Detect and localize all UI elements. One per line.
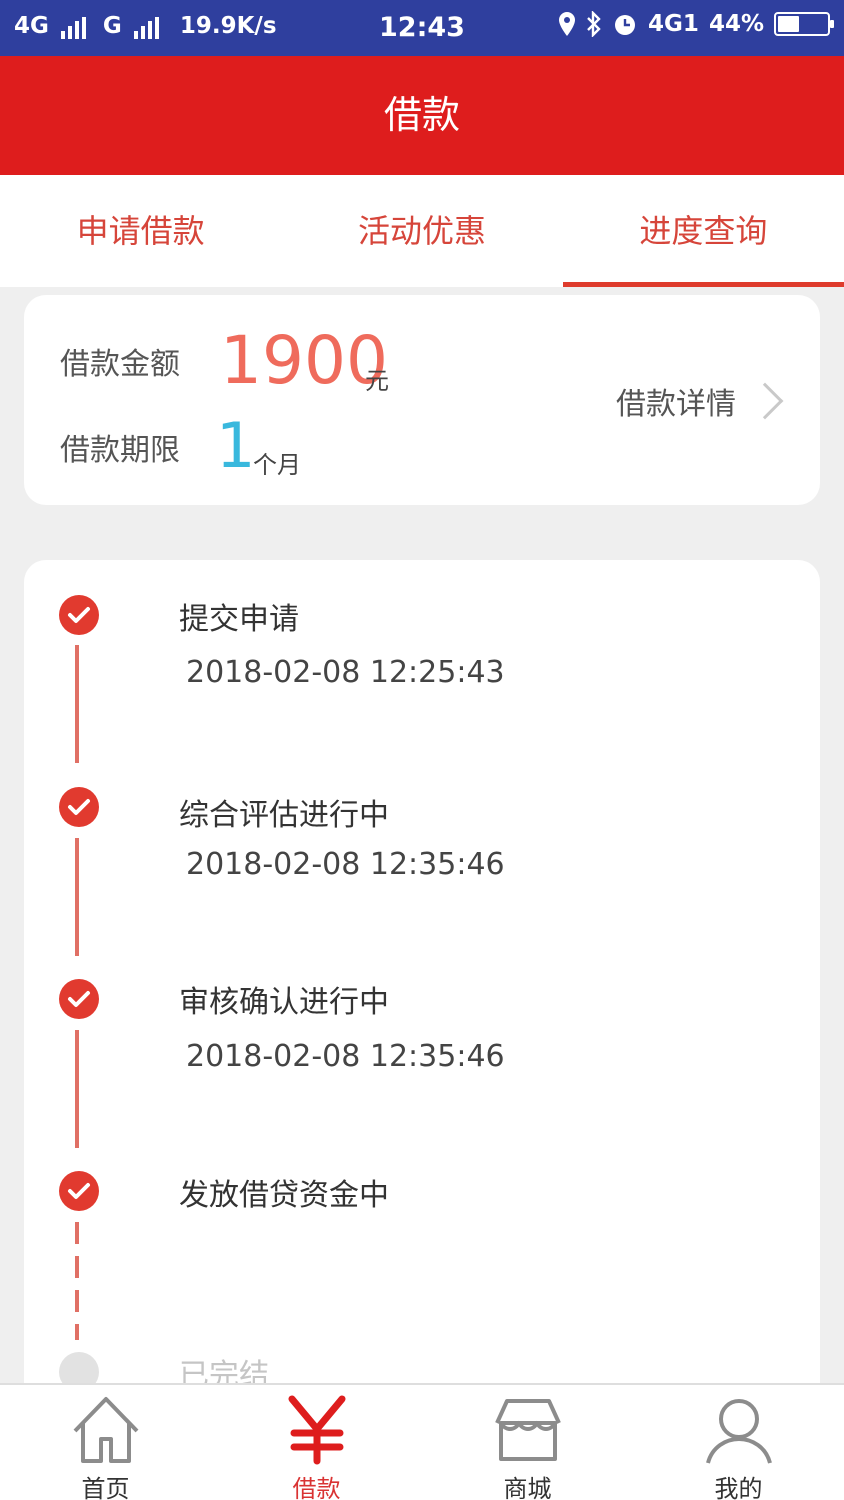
bluetooth-icon <box>587 11 601 37</box>
amount-unit: 元 <box>365 367 389 395</box>
status-bar: 4G G 19.9K/s 12:43 4G1 44% <box>0 0 844 56</box>
yuan-icon <box>288 1395 345 1465</box>
progress-timeline: 提交申请 2018-02-08 12:25:43 综合评估进行中 2018-02… <box>24 560 820 1440</box>
loan-details-label: 借款详情 <box>616 387 736 422</box>
status-right: 4G1 44% <box>558 11 834 37</box>
user-icon <box>705 1399 772 1464</box>
home-icon <box>73 1397 138 1463</box>
step-time: 2018-02-08 12:35:46 <box>186 1039 505 1074</box>
tab-apply-loan[interactable]: 申请借款 <box>0 175 281 287</box>
timeline-connector <box>75 838 79 956</box>
amount-value: 1900 <box>220 322 388 399</box>
battery-percent: 44% <box>708 11 764 37</box>
page-title: 借款 <box>0 56 844 175</box>
check-circle-icon <box>59 595 99 635</box>
nav-shop-label: 商城 <box>503 1475 552 1500</box>
step-title: 提交申请 <box>179 602 299 637</box>
nav-shop[interactable]: 商城 <box>422 1385 633 1500</box>
location-icon <box>559 12 576 36</box>
timeline-connector <box>75 645 79 763</box>
step-time: 2018-02-08 12:35:46 <box>186 847 505 882</box>
check-circle-icon <box>59 1171 99 1211</box>
nav-loan[interactable]: 借款 <box>211 1385 422 1500</box>
tab-bar: 申请借款 活动优惠 进度查询 <box>0 175 844 287</box>
check-circle-icon <box>59 787 99 827</box>
nav-loan-label: 借款 <box>292 1475 341 1500</box>
nav-mine-label: 我的 <box>714 1475 763 1500</box>
timeline-connector <box>75 1030 79 1148</box>
loan-details-link[interactable]: 借款详情 <box>616 379 784 423</box>
check-circle-icon <box>59 979 99 1019</box>
shop-icon <box>494 1399 561 1461</box>
battery-icon <box>774 12 834 36</box>
term-value: 1 <box>216 409 256 482</box>
amount-label: 借款金额 <box>60 347 180 382</box>
chevron-right-icon <box>746 382 784 420</box>
term-unit: 个月 <box>253 451 301 479</box>
nav-home[interactable]: 首页 <box>0 1385 211 1500</box>
nav-mine[interactable]: 我的 <box>633 1385 844 1500</box>
tab-promotions[interactable]: 活动优惠 <box>281 175 562 287</box>
step-title: 审核确认进行中 <box>179 985 389 1020</box>
tab-progress[interactable]: 进度查询 <box>562 175 844 287</box>
battery-level <box>778 16 799 32</box>
nav-home-label: 首页 <box>81 1475 130 1500</box>
network-badge: 4G1 <box>648 11 699 37</box>
term-label: 借款期限 <box>60 433 180 468</box>
step-title: 发放借贷资金中 <box>179 1178 389 1213</box>
alarm-icon <box>615 15 636 35</box>
step-title: 综合评估进行中 <box>179 798 389 833</box>
timeline-connector-dashed <box>75 1222 79 1340</box>
loan-summary-card: 借款金额 1900 元 借款期限 1 个月 借款详情 <box>24 295 820 505</box>
step-time: 2018-02-08 12:25:43 <box>186 655 505 690</box>
bottom-nav: 首页 借款 商城 我的 <box>0 1383 844 1500</box>
